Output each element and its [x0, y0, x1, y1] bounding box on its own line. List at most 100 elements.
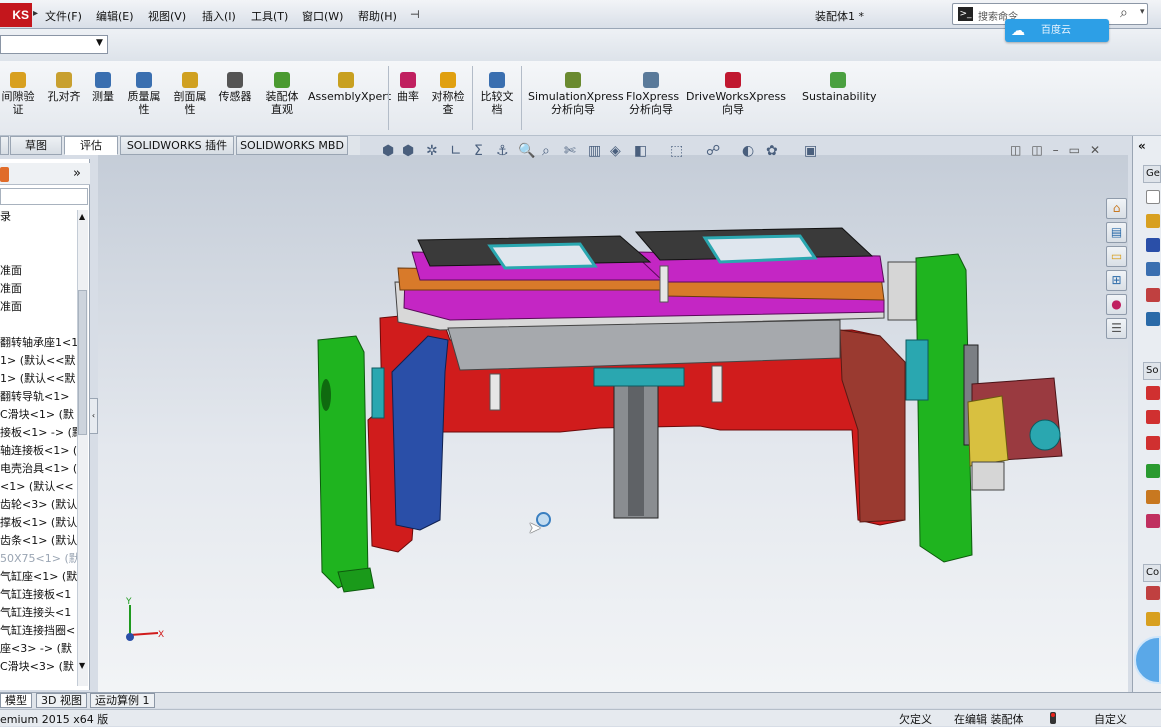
tree-item[interactable]: 1> (默认<<默: [0, 354, 80, 368]
chevron-down-icon[interactable]: ▾: [1140, 7, 1145, 17]
tree-item[interactable]: 座<3> -> (默: [0, 642, 80, 656]
tree-item[interactable]: 接板<1> -> (默: [0, 426, 80, 440]
tools-icon[interactable]: [1146, 288, 1160, 302]
menu-item-1[interactable]: 编辑(E): [96, 8, 134, 24]
tool-curvature[interactable]: 曲率: [396, 72, 420, 103]
graphics-viewport[interactable]: [98, 155, 1128, 692]
tree-item[interactable]: 气缸连接头<1: [0, 606, 80, 620]
tab-sketch[interactable]: 草图: [10, 136, 62, 155]
resource-link-icon[interactable]: [1146, 410, 1160, 424]
tree-item[interactable]: 50X75<1> (默: [0, 552, 80, 566]
tree-item[interactable]: 气缸连接板<1: [0, 588, 80, 602]
home-icon[interactable]: ⌂: [1106, 198, 1127, 219]
resource-link-icon[interactable]: [1146, 386, 1160, 400]
new-document-icon[interactable]: [1146, 190, 1160, 204]
tool-clearance-verification[interactable]: 间隙验 证: [0, 72, 36, 116]
tool-mass-properties[interactable]: 质量属 性: [124, 72, 164, 116]
menu-item-4[interactable]: 工具(T): [251, 8, 288, 24]
pane-collapse-handle[interactable]: ‹: [89, 398, 98, 434]
scroll-down-icon[interactable]: ▼: [79, 661, 85, 670]
rebuild-indicator-icon[interactable]: [1050, 712, 1056, 724]
tree-item[interactable]: 准面: [0, 282, 80, 296]
hide-show-icon[interactable]: ◧: [634, 143, 647, 159]
measure-anchor-icon[interactable]: ⚓: [496, 143, 509, 159]
tree-scrollbar-thumb[interactable]: [78, 290, 87, 435]
tool-floxpress[interactable]: FloXpress 分析向导: [626, 72, 679, 116]
design-library-icon[interactable]: ▤: [1106, 222, 1127, 243]
view-settings-icon[interactable]: ▣: [804, 143, 817, 159]
tool-measure[interactable]: 测量: [89, 72, 117, 103]
tree-item[interactable]: C滑块<1> (默: [0, 408, 80, 422]
tree-item[interactable]: 翻转导轨<1>: [0, 390, 80, 404]
tree-item[interactable]: 轴连接板<1> (: [0, 444, 80, 458]
double-chevron-right-icon[interactable]: »: [73, 166, 81, 181]
menu-item-2[interactable]: 视图(V): [148, 8, 186, 24]
tree-item[interactable]: 气缸连接挡圈<: [0, 624, 80, 638]
search-icon[interactable]: ⌕: [1120, 5, 1128, 21]
double-chevron-left-icon[interactable]: «: [1138, 139, 1146, 153]
zoom-selection-icon[interactable]: ⌕: [542, 143, 550, 159]
zoom-icon[interactable]: 🔍: [518, 143, 535, 159]
help-icon[interactable]: [1146, 262, 1160, 276]
tool-driveworksxpress[interactable]: DriveWorksXpress 向导: [686, 72, 786, 116]
scroll-up-icon[interactable]: ▲: [79, 212, 85, 221]
community-link-icon[interactable]: [1146, 586, 1160, 600]
feature-manager-icon[interactable]: [0, 167, 9, 182]
tree-item[interactable]: C滑块<3> (默: [0, 660, 80, 674]
open-document-icon[interactable]: [1146, 214, 1160, 228]
scene-icon[interactable]: ☍: [706, 143, 720, 159]
pin-menu-icon[interactable]: ⊣: [410, 8, 420, 21]
tree-item[interactable]: 准面: [0, 300, 80, 314]
menu-item-0[interactable]: 文件(F): [45, 8, 82, 24]
resource-link-icon[interactable]: [1146, 464, 1160, 478]
tool-hole-alignment[interactable]: 孔对齐: [44, 72, 84, 103]
previous-view-icon[interactable]: ⬢: [382, 143, 394, 159]
chevron-down-icon[interactable]: ▼: [96, 38, 103, 48]
tab-evaluate[interactable]: 评估: [64, 136, 118, 155]
tool-symmetry-check[interactable]: 对称检 查: [430, 72, 466, 116]
menu-item-3[interactable]: 插入(I): [202, 8, 236, 24]
tab-solidworks-addins[interactable]: SOLIDWORKS 插件: [120, 136, 234, 155]
angle-icon[interactable]: ∟: [450, 143, 462, 159]
appearance-icon[interactable]: ◐: [742, 143, 754, 159]
tool-assemblyxpert[interactable]: AssemblyXpert: [308, 72, 391, 103]
tab-solidworks-mbd[interactable]: SOLIDWORKS MBD: [236, 136, 348, 155]
zoom-area-icon[interactable]: ✲: [426, 143, 438, 159]
tree-item[interactable]: 翻转轴承座1<1: [0, 336, 80, 350]
tree-item[interactable]: 齿条<1> (默认: [0, 534, 80, 548]
info-icon[interactable]: [1146, 312, 1160, 326]
tool-sustainability[interactable]: Sustainability: [802, 72, 876, 103]
tree-item[interactable]: 撑板<1> (默认: [0, 516, 80, 530]
tree-item[interactable]: 气缸座<1> (默: [0, 570, 80, 584]
tab-overflow[interactable]: [0, 136, 9, 155]
tree-item[interactable]: 1> (默认<<默: [0, 372, 80, 386]
getting-started-header[interactable]: Ge: [1143, 165, 1161, 183]
tool-compare-documents[interactable]: 比较文 档: [478, 72, 516, 116]
file-explorer-icon[interactable]: ▭: [1106, 246, 1127, 267]
zoom-to-fit-icon[interactable]: ⬢: [402, 143, 414, 159]
status-custom-units[interactable]: 自定义: [1094, 711, 1127, 727]
menu-item-6[interactable]: 帮助(H): [358, 8, 397, 24]
tutorials-icon[interactable]: [1146, 238, 1160, 252]
resource-link-icon[interactable]: [1146, 514, 1160, 528]
resource-link-icon[interactable]: [1146, 490, 1160, 504]
tab-3d-views[interactable]: 3D 视图: [36, 693, 87, 708]
tool-simulationxpress[interactable]: SimulationXpress 分析向导: [528, 72, 624, 116]
tool-assembly-visualization[interactable]: 装配体 直观: [262, 72, 302, 116]
view-palette-icon[interactable]: ⊞: [1106, 270, 1127, 291]
chevron-right-icon[interactable]: ▸: [33, 8, 38, 19]
community-header[interactable]: Co: [1143, 564, 1161, 582]
view-orientation-icon[interactable]: ▥: [588, 143, 601, 159]
tree-item[interactable]: 齿轮<3> (默认: [0, 498, 80, 512]
configuration-dropdown[interactable]: [0, 35, 108, 54]
tree-item[interactable]: 电壳治具<1> (: [0, 462, 80, 476]
appearances-icon[interactable]: ●: [1106, 294, 1127, 315]
menu-item-5[interactable]: 窗口(W): [302, 8, 343, 24]
tree-item[interactable]: <1> (默认<<: [0, 480, 80, 494]
solidworks-logo[interactable]: KS: [0, 3, 32, 27]
tool-sensor[interactable]: 传感器: [216, 72, 254, 103]
tree-item[interactable]: 录: [0, 210, 80, 224]
section-view-icon[interactable]: ✄: [564, 143, 576, 159]
display-style-icon[interactable]: ◈: [610, 143, 621, 159]
tree-item[interactable]: 准面: [0, 264, 80, 278]
